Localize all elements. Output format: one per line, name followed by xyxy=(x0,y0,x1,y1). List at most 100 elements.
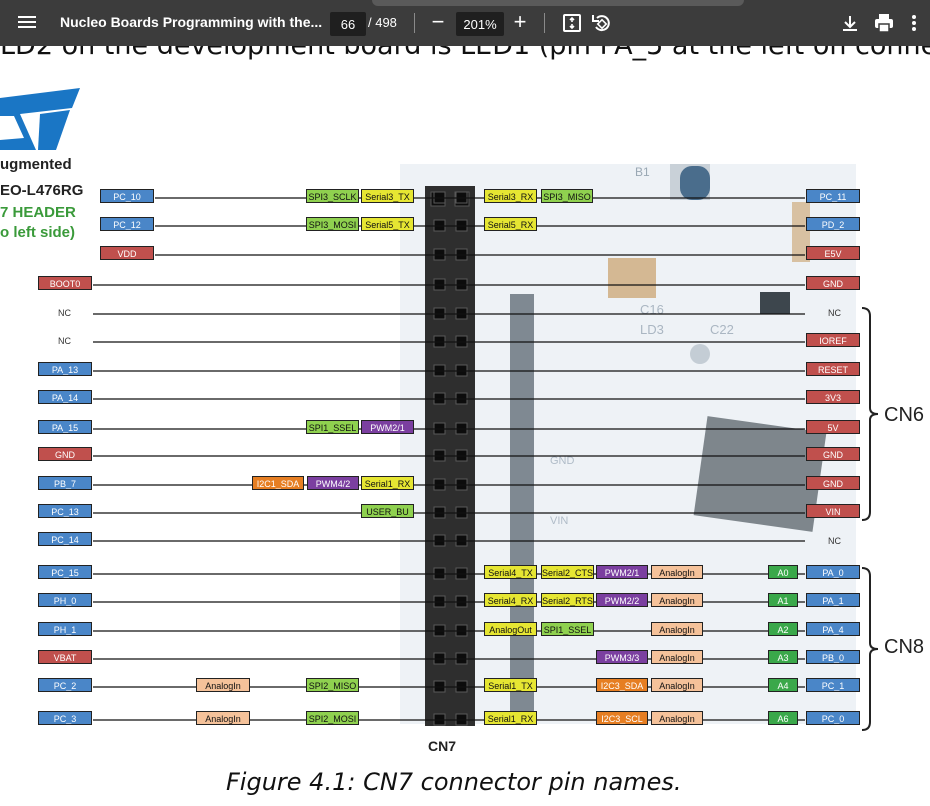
pin-label: AnalogIn xyxy=(651,711,703,725)
pin-label: PC_0 xyxy=(806,711,860,725)
pin-label: AnalogIn xyxy=(651,678,703,692)
pin-label: Serial3_RX xyxy=(484,189,537,203)
tab-edge xyxy=(372,0,744,6)
pin-label: Serial1_TX xyxy=(484,678,537,692)
pdf-toolbar: Nucleo Boards Programming with the... / … xyxy=(0,0,930,46)
pin-label: A1 xyxy=(768,593,798,607)
pin-label: PC_11 xyxy=(806,189,860,203)
nc-label: NC xyxy=(58,308,71,318)
pin-label: PC_12 xyxy=(100,217,154,231)
pin-label: PWM2/1 xyxy=(361,420,414,434)
pin-label: A6 xyxy=(768,711,798,725)
pin-label: VDD xyxy=(100,246,154,260)
connector-bracket xyxy=(861,567,879,731)
pin-label: A4 xyxy=(768,678,798,692)
pin-label: PC_3 xyxy=(38,711,92,725)
pin-label: PC_13 xyxy=(38,504,92,518)
pin-label: AnalogIn xyxy=(651,565,703,579)
zoom-out-button[interactable]: − xyxy=(428,10,448,34)
figure-caption: Figure 4.1: CN7 connector pin names. xyxy=(226,768,682,796)
pin-label: GND xyxy=(806,476,860,490)
connector-bracket xyxy=(861,307,879,521)
pin-label: AnalogIn xyxy=(196,678,250,692)
pin-label: PB_7 xyxy=(38,476,92,490)
pin-label: PC_15 xyxy=(38,565,92,579)
fit-page-icon[interactable] xyxy=(560,11,584,35)
pin-label: PA_14 xyxy=(38,390,92,404)
pin-label: BOOT0 xyxy=(38,276,92,290)
nc-label: NC xyxy=(828,308,841,318)
pin-label: PA_15 xyxy=(38,420,92,434)
rotate-icon[interactable] xyxy=(590,11,614,35)
pin-label: PH_0 xyxy=(38,593,92,607)
pin-label: PA_13 xyxy=(38,362,92,376)
pin-label: GND xyxy=(38,447,92,461)
pin-label: PWM4/2 xyxy=(307,476,359,490)
pin-label: PWM2/1 xyxy=(596,565,648,579)
pin-label: Serial3_TX xyxy=(361,189,414,203)
pin-label: 5V xyxy=(806,420,860,434)
pin-label: AnalogIn xyxy=(651,622,703,636)
toolbar-divider xyxy=(414,13,415,33)
pin-label: Serial5_RX xyxy=(484,217,537,231)
pin-label: Serial2_RTS xyxy=(541,593,594,607)
pin-label: PA_4 xyxy=(806,622,860,636)
pin-label: PA_0 xyxy=(806,565,860,579)
pin-label: SPI1_SSEL xyxy=(306,420,359,434)
pin-label: PC_14 xyxy=(38,532,92,546)
pin-label: AnalogIn xyxy=(196,711,250,725)
zoom-in-button[interactable]: + xyxy=(510,9,530,35)
cn7-label: CN7 xyxy=(428,738,457,754)
download-icon[interactable] xyxy=(838,11,862,35)
zoom-level-input[interactable] xyxy=(456,12,504,36)
pin-label: IOREF xyxy=(806,333,860,347)
pin-label: SPI1_SSEL xyxy=(541,622,594,636)
pin-label: I2C1_SDA xyxy=(252,476,304,490)
pin-label: PH_1 xyxy=(38,622,92,636)
pin-label: PWM2/2 xyxy=(596,593,648,607)
pin-label: A2 xyxy=(768,622,798,636)
pinout-diagram xyxy=(93,197,879,731)
page-total: / 498 xyxy=(368,15,397,30)
pin-label: PWM3/3 xyxy=(596,650,648,664)
pin-label: Serial2_CTS xyxy=(541,565,594,579)
pin-label: Serial1_RX xyxy=(361,476,414,490)
pin-label: E5V xyxy=(806,246,860,260)
pin-label: A0 xyxy=(768,565,798,579)
nc-label: NC xyxy=(828,536,841,546)
pin-label: Serial4_TX xyxy=(484,565,537,579)
toolbar-divider xyxy=(544,13,545,33)
pin-label: Serial1_RX xyxy=(484,711,537,725)
document-title: Nucleo Boards Programming with the... xyxy=(60,14,323,30)
pin-label: A3 xyxy=(768,650,798,664)
nc-label: NC xyxy=(58,336,71,346)
menu-icon[interactable] xyxy=(16,13,38,33)
cn8-label: CN8 xyxy=(884,636,925,658)
pin-label: Serial5_TX xyxy=(361,217,414,231)
pin-label: I2C3_SDA xyxy=(596,678,648,692)
print-icon[interactable] xyxy=(872,11,896,35)
pin-label: SPI3_MOSI xyxy=(306,217,359,231)
pdf-page: LD2 on the development board is LED1 (pi… xyxy=(0,46,930,806)
pin-label: PA_1 xyxy=(806,593,860,607)
pin-label: GND xyxy=(806,447,860,461)
pin-label: PC_10 xyxy=(100,189,154,203)
pin-label: SPI2_MISO xyxy=(306,678,359,692)
pin-label: PB_0 xyxy=(806,650,860,664)
more-vert-icon[interactable] xyxy=(908,11,920,35)
pin-label: VBAT xyxy=(38,650,92,664)
pin-label: USER_BU xyxy=(361,504,414,518)
pin-label: GND xyxy=(806,276,860,290)
pin-label: RESET xyxy=(806,362,860,376)
pin-label: PC_2 xyxy=(38,678,92,692)
page-number-input[interactable] xyxy=(330,12,366,36)
pin-label: Serial4_RX xyxy=(484,593,537,607)
pin-label: AnalogIn xyxy=(651,650,703,664)
pin-label: SPI3_MISO xyxy=(541,189,593,203)
pin-label: I2C3_SCL xyxy=(596,711,648,725)
pin-label: PC_1 xyxy=(806,678,860,692)
pin-label: AnalogIn xyxy=(651,593,703,607)
pin-label: VIN xyxy=(806,504,860,518)
cn6-label: CN6 xyxy=(884,404,925,426)
pin-label: 3V3 xyxy=(806,390,860,404)
